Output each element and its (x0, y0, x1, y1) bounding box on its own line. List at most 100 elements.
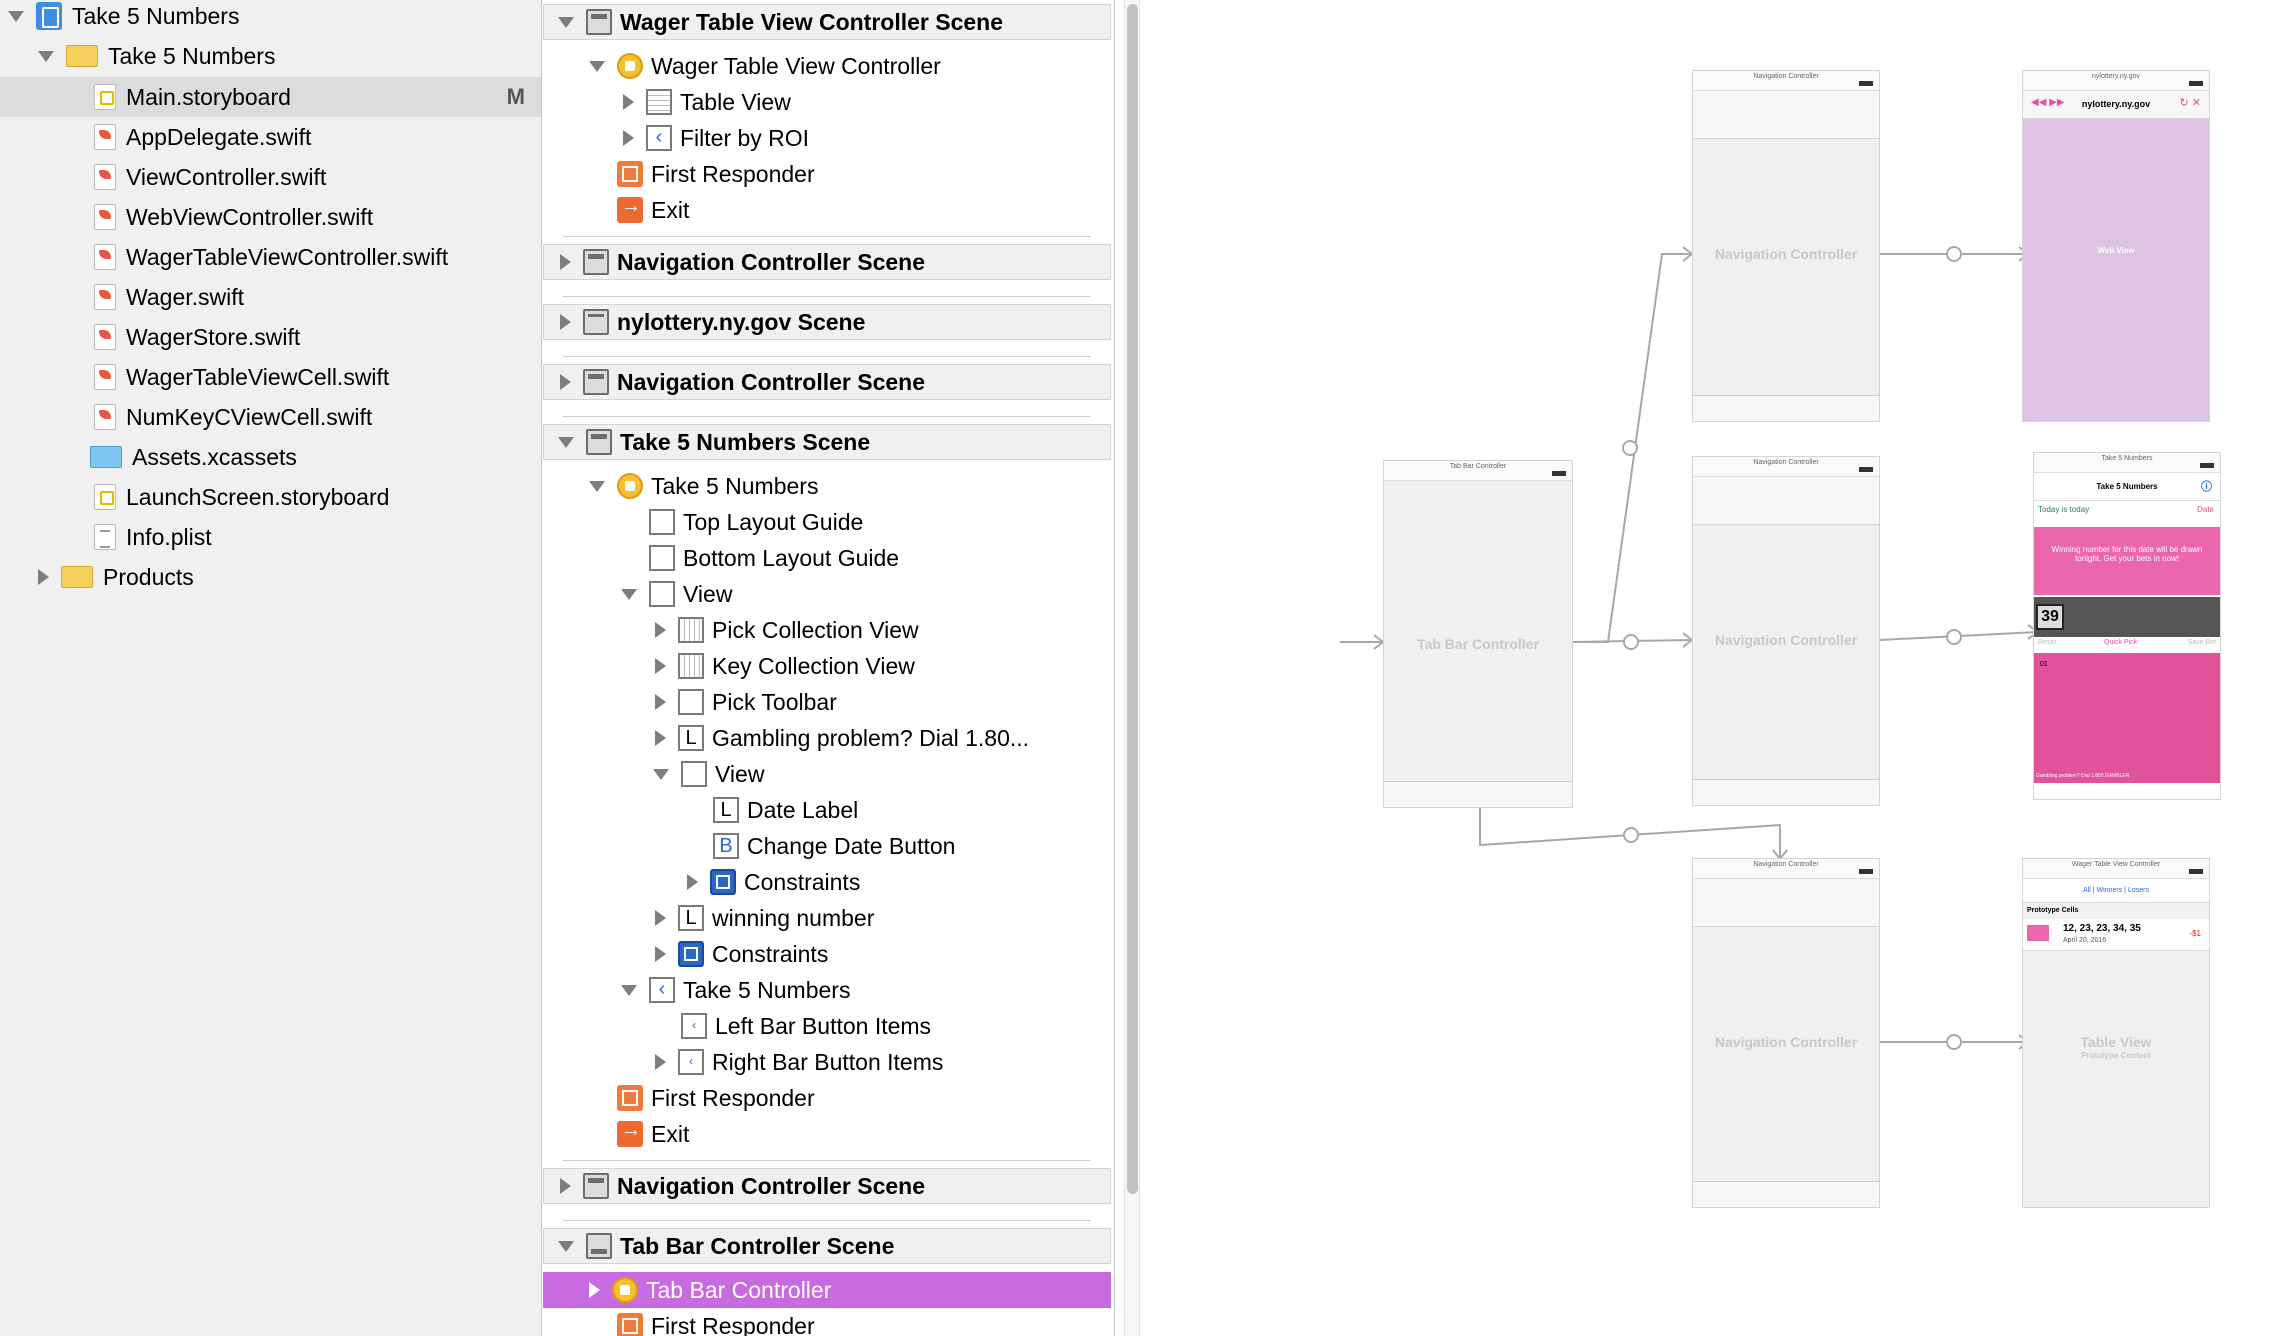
disclosure-right-icon[interactable] (560, 374, 571, 390)
disclosure-down-icon[interactable] (589, 480, 605, 492)
web-view-scene[interactable]: nylottery.ny.gov ◀◀ ▶▶ nylottery.ny.gov … (2022, 70, 2210, 422)
outline-item[interactable]: L winning number (543, 900, 1111, 936)
storyboard-canvas[interactable]: Tab Bar Controller Tab Bar Controller Na… (1150, 0, 2296, 1336)
segment-winners[interactable]: Winners (2097, 887, 2123, 894)
disclosure-down-icon[interactable] (38, 50, 54, 62)
group-row[interactable]: Take 5 Numbers (0, 36, 541, 76)
outline-item[interactable]: Key Collection View (543, 648, 1111, 684)
segue-icon[interactable] (1623, 827, 1639, 843)
disclosure-right-icon[interactable] (560, 254, 571, 270)
take5-scene[interactable]: Take 5 Numbers Take 5 Numbers ⓘ Today is … (2033, 452, 2221, 800)
outline-item[interactable]: ‹ Left Bar Button Items (543, 1008, 1111, 1044)
segue-icon[interactable] (1946, 1034, 1962, 1050)
reset-button[interactable]: Reset (2038, 639, 2056, 646)
reload-close-icons[interactable]: ↻ ✕ (2180, 96, 2202, 109)
wager-cell[interactable]: 12, 23, 23, 34, 35 April 20, 2016 -$1 (2023, 919, 2209, 951)
pick-cell[interactable]: 39 (2036, 604, 2064, 630)
outline-item[interactable]: Exit (543, 192, 1111, 228)
file-row[interactable]: NumKeyCViewCell.swift (0, 397, 541, 437)
disclosure-right-icon[interactable] (655, 1054, 666, 1070)
disclosure-right-icon[interactable] (655, 730, 666, 746)
outline-item[interactable]: Exit (543, 1116, 1111, 1152)
segue-icon[interactable] (1623, 634, 1639, 650)
file-row[interactable]: WagerStore.swift (0, 317, 541, 357)
disclosure-right-icon[interactable] (623, 94, 634, 110)
outline-item[interactable]: View (543, 576, 1111, 612)
outline-item[interactable]: Top Layout Guide (543, 504, 1111, 540)
tab-bar-controller-scene[interactable]: Tab Bar Controller Tab Bar Controller (1383, 460, 1573, 808)
outline-item[interactable]: L Date Label (543, 792, 1111, 828)
outline-item[interactable]: Constraints (543, 936, 1111, 972)
outline-item[interactable]: View (543, 756, 1111, 792)
disclosure-down-icon[interactable] (8, 10, 24, 22)
key-collection-view[interactable]: 01 Gambling problem? Dial 1.800.GAMBLER (2034, 653, 2220, 783)
outline-item[interactable]: Constraints (543, 864, 1111, 900)
outline-scene-tab[interactable]: Tab Bar Controller Scene (543, 1228, 1111, 1264)
file-row[interactable]: Info.plist (0, 517, 541, 557)
outline-item-selected[interactable]: Tab Bar Controller (543, 1272, 1111, 1308)
quick-pick-button[interactable]: Quick Pick (2104, 639, 2137, 646)
disclosure-right-icon[interactable] (38, 569, 49, 585)
file-row-main-storyboard[interactable]: Main.storyboard M (0, 77, 541, 117)
save-bet-button[interactable]: Save Bet (2188, 639, 2216, 646)
outline-item[interactable]: B Change Date Button (543, 828, 1111, 864)
disclosure-right-icon[interactable] (560, 1178, 571, 1194)
outline-item[interactable]: ‹ Take 5 Numbers (543, 972, 1111, 1008)
navigation-controller-scene[interactable]: Navigation Controller Navigation Control… (1692, 456, 1880, 806)
disclosure-down-icon[interactable] (558, 1240, 574, 1252)
outline-item[interactable]: First Responder (543, 156, 1111, 192)
segue-icon[interactable] (1946, 246, 1962, 262)
outline-scene-nav-2[interactable]: Navigation Controller Scene (543, 364, 1111, 400)
segue-icon[interactable] (1946, 629, 1962, 645)
disclosure-right-icon[interactable] (623, 130, 634, 146)
outline-item[interactable]: First Responder (543, 1308, 1111, 1336)
outline-scrollbar-thumb[interactable] (1127, 4, 1138, 1194)
segue-icon[interactable] (1622, 440, 1638, 456)
disclosure-right-icon[interactable] (687, 874, 698, 890)
segment-losers[interactable]: Losers (2128, 887, 2149, 894)
disclosure-down-icon[interactable] (589, 60, 605, 72)
outline-item[interactable]: First Responder (543, 1080, 1111, 1116)
disclosure-right-icon[interactable] (655, 946, 666, 962)
disclosure-down-icon[interactable] (653, 768, 669, 780)
outline-item[interactable]: Bottom Layout Guide (543, 540, 1111, 576)
info-icon[interactable]: ⓘ (2201, 473, 2212, 501)
outline-scene-take5[interactable]: Take 5 Numbers Scene (543, 424, 1111, 460)
disclosure-down-icon[interactable] (621, 588, 637, 600)
file-row[interactable]: ViewController.swift (0, 157, 541, 197)
disclosure-right-icon[interactable] (655, 658, 666, 674)
file-row[interactable]: LaunchScreen.storyboard (0, 477, 541, 517)
disclosure-right-icon[interactable] (589, 1282, 600, 1298)
disclosure-right-icon[interactable] (655, 622, 666, 638)
group-row-products[interactable]: Products (0, 557, 541, 597)
file-row[interactable]: AppDelegate.swift (0, 117, 541, 157)
navigation-controller-scene[interactable]: Navigation Controller Navigation Control… (1692, 70, 1880, 422)
disclosure-down-icon[interactable] (558, 16, 574, 28)
outline-scene-nav-1[interactable]: Navigation Controller Scene (543, 244, 1111, 280)
disclosure-right-icon[interactable] (655, 694, 666, 710)
outline-scene-nav-3[interactable]: Navigation Controller Scene (543, 1168, 1111, 1204)
file-row[interactable]: Assets.xcassets (0, 437, 541, 477)
file-row[interactable]: WagerTableViewCell.swift (0, 357, 541, 397)
wager-table-scene[interactable]: Wager Table View Controller All | Winner… (2022, 858, 2210, 1208)
outline-item[interactable]: ‹ Filter by ROI (543, 120, 1111, 156)
outline-scene-wager[interactable]: Wager Table View Controller Scene (543, 4, 1111, 40)
project-row[interactable]: Take 5 Numbers (0, 0, 541, 36)
outline-item[interactable]: ‹ Right Bar Button Items (543, 1044, 1111, 1080)
outline-item[interactable]: Pick Collection View (543, 612, 1111, 648)
file-row[interactable]: WagerTableViewController.swift (0, 237, 541, 277)
outline-item[interactable]: Table View (543, 84, 1111, 120)
disclosure-down-icon[interactable] (621, 984, 637, 996)
outline-scene-lottery[interactable]: nylottery.ny.gov Scene (543, 304, 1111, 340)
disclosure-right-icon[interactable] (560, 314, 571, 330)
file-row[interactable]: WebViewController.swift (0, 197, 541, 237)
segment-all[interactable]: All (2083, 887, 2091, 894)
outline-item[interactable]: L Gambling problem? Dial 1.80... (543, 720, 1111, 756)
outline-item[interactable]: Take 5 Numbers (543, 468, 1111, 504)
disclosure-down-icon[interactable] (558, 436, 574, 448)
navigation-controller-scene[interactable]: Navigation Controller Navigation Control… (1692, 858, 1880, 1208)
outline-item[interactable]: Wager Table View Controller (543, 48, 1111, 84)
change-date-button[interactable]: Date (2197, 505, 2214, 514)
segmented-control[interactable]: All | Winners | Losers (2023, 879, 2209, 903)
pick-collection-view[interactable]: 39 (2034, 597, 2220, 637)
